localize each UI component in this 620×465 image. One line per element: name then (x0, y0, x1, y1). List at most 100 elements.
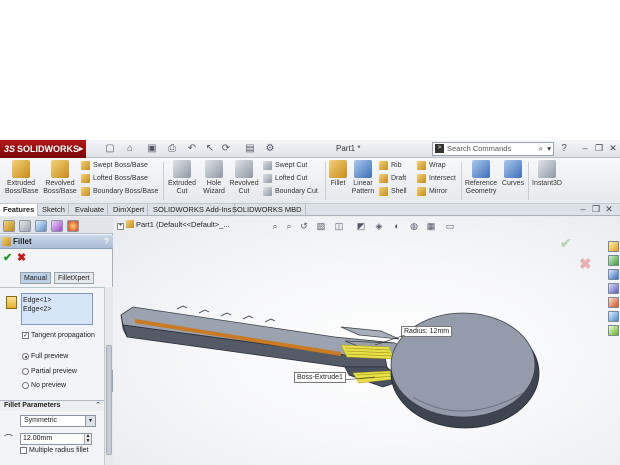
part-model[interactable] (113, 217, 620, 465)
swept-cut-button[interactable]: Swept Cut (263, 159, 307, 172)
rib-button[interactable]: Rib (379, 159, 402, 172)
display-pane-icon[interactable]: ▭ (445, 221, 455, 231)
dimxpert-manager-icon[interactable] (51, 220, 63, 232)
design-library-icon[interactable] (608, 255, 619, 266)
confirm-corner-cancel-icon[interactable]: ✖ (579, 255, 592, 273)
doc-restore-icon[interactable]: ❐ (591, 204, 601, 215)
fillet-type-dropdown[interactable]: Symmetric ▾ (20, 415, 96, 427)
radio-icon[interactable] (22, 382, 29, 389)
radius-callout[interactable]: Radius: 12mm (401, 326, 453, 337)
search-icon[interactable]: ⌕ (539, 143, 543, 155)
ok-check-icon[interactable]: ✔ (3, 251, 12, 264)
hole-wizard-button[interactable]: Hole Wizard (200, 160, 228, 196)
undo-icon[interactable]: ↶ (186, 143, 198, 155)
boundary-boss-button[interactable]: Boundary Boss/Base (81, 185, 158, 198)
spinner-icon[interactable]: ▲ ▼ (84, 434, 91, 444)
print-icon[interactable]: ⎙ (166, 143, 178, 155)
mirror-button[interactable]: Mirror (417, 185, 447, 198)
instant3d-button[interactable]: Instant3D (530, 160, 564, 188)
close-icon[interactable]: ✕ (608, 143, 618, 154)
custom-properties-icon[interactable] (608, 311, 619, 322)
draft-button[interactable]: Draft (379, 172, 406, 185)
multiple-radius-checkbox[interactable]: Multiple radius fillet (20, 447, 89, 455)
feature-manager-icon[interactable] (3, 220, 15, 232)
tab-filletxpert[interactable]: FilletXpert (54, 272, 94, 284)
radio-selected-icon[interactable] (22, 353, 29, 360)
resources-icon[interactable] (608, 241, 619, 252)
tab-manual[interactable]: Manual (20, 272, 51, 284)
reference-geometry-button[interactable]: Reference Geometry (463, 160, 499, 196)
help-icon[interactable]: ? (558, 143, 570, 155)
appearances-icon[interactable] (608, 297, 619, 308)
tangent-propagation-checkbox[interactable]: ✓ Tangent propagation (22, 332, 95, 340)
checkbox-checked-icon[interactable]: ✓ (22, 332, 29, 339)
fillet-button[interactable]: Fillet (327, 160, 349, 188)
radio-icon[interactable] (22, 368, 29, 375)
help-button[interactable]: ? (104, 235, 109, 249)
menu-arrow-icon[interactable]: ▸ (79, 140, 83, 158)
file-explorer-icon[interactable] (608, 269, 619, 280)
fillet-parameters-header[interactable]: Fillet Parameters ⌃ (0, 400, 104, 411)
tab-solidworks-mbd[interactable]: SOLIDWORKS MBD (229, 204, 306, 216)
zoom-to-fit-icon[interactable]: ⌕ (270, 221, 280, 231)
options-icon[interactable]: ⚙ (264, 143, 276, 155)
save-icon[interactable]: ▣ (146, 143, 158, 155)
tab-evaluate[interactable]: Evaluate (72, 204, 109, 216)
minimize-icon[interactable]: – (580, 143, 590, 154)
view-settings-icon[interactable]: ▦ (426, 221, 436, 231)
edge-selection-list[interactable]: Edge<1> Edge<2> (21, 293, 93, 325)
edit-appearance-icon[interactable]: ◐ (392, 221, 402, 231)
previous-view-icon[interactable]: ↺ (299, 221, 309, 231)
expand-icon[interactable]: + (117, 223, 124, 230)
open-icon[interactable]: ⌂ (124, 143, 136, 155)
view-palette-icon[interactable] (608, 283, 619, 294)
revolved-cut-button[interactable]: Revolved Cut (228, 160, 260, 196)
lofted-cut-button[interactable]: Lofted Cut (263, 172, 307, 185)
linear-pattern-button[interactable]: Linear Pattern (350, 160, 376, 196)
display-style-icon[interactable]: ◩ (356, 221, 366, 231)
feature-tree-flyout[interactable]: + Part1 (Default<<Default>_... (117, 220, 230, 230)
list-item[interactable]: Edge<2> (23, 305, 91, 314)
doc-minimize-icon[interactable]: – (578, 204, 588, 215)
swept-boss-button[interactable]: Swept Boss/Base (81, 159, 148, 172)
view-orientation-icon[interactable]: ◫ (334, 221, 344, 231)
solidworks-forum-icon[interactable] (608, 325, 619, 336)
section-view-icon[interactable]: ▧ (316, 221, 326, 231)
extruded-boss-button[interactable]: Extruded Boss/Base (5, 160, 38, 196)
chevron-down-icon[interactable]: ▾ (547, 143, 551, 155)
intersect-button[interactable]: Intersect (417, 172, 456, 185)
checkbox-icon[interactable] (20, 447, 27, 454)
list-item[interactable]: Edge<1> (23, 296, 91, 305)
revolved-boss-button[interactable]: Revolved Boss/Base (43, 160, 77, 196)
tab-sketch[interactable]: Sketch (39, 204, 69, 216)
doc-close-icon[interactable]: ✕ (604, 204, 614, 215)
configuration-manager-icon[interactable] (35, 220, 47, 232)
confirm-corner-ok-icon[interactable]: ✔ (560, 235, 572, 252)
curves-button[interactable]: Curves (501, 160, 525, 188)
lofted-boss-button[interactable]: Lofted Boss/Base (81, 172, 148, 185)
hide-show-items-icon[interactable]: ◈ (374, 221, 384, 231)
radius-input[interactable]: 12.00mm ▲ ▼ (20, 433, 92, 445)
partial-preview-radio[interactable]: Partial preview (22, 368, 77, 376)
search-commands-input[interactable]: > Search Commands ⌕ ▾ (432, 142, 554, 156)
collapse-icon[interactable]: ⌃ (95, 401, 101, 411)
chevron-down-icon[interactable]: ▾ (85, 416, 95, 426)
tab-solidworks-addins[interactable]: SOLIDWORKS Add-Ins (150, 204, 236, 216)
rebuild-icon[interactable]: ⟳ (220, 143, 232, 155)
display-manager-icon[interactable] (67, 220, 79, 232)
full-preview-radio[interactable]: Full preview (22, 353, 68, 361)
extruded-cut-button[interactable]: Extruded Cut (166, 160, 198, 196)
select-icon[interactable]: ↖ (204, 143, 216, 155)
new-document-icon[interactable]: ▢ (104, 143, 116, 155)
apply-scene-icon[interactable]: ◍ (409, 221, 419, 231)
cancel-x-icon[interactable]: ✖ (17, 251, 26, 264)
wrap-button[interactable]: Wrap (417, 159, 446, 172)
scrollbar-thumb[interactable] (106, 345, 112, 455)
feature-callout[interactable]: Boss-Extrude1 (294, 372, 346, 383)
property-manager-icon[interactable] (19, 220, 31, 232)
boundary-cut-button[interactable]: Boundary Cut (263, 185, 318, 198)
tab-dimxpert[interactable]: DimXpert (110, 204, 149, 216)
tab-features[interactable]: Features (0, 204, 39, 216)
restore-icon[interactable]: ❐ (594, 143, 604, 154)
zoom-to-area-icon[interactable]: ⌕ (284, 221, 294, 231)
